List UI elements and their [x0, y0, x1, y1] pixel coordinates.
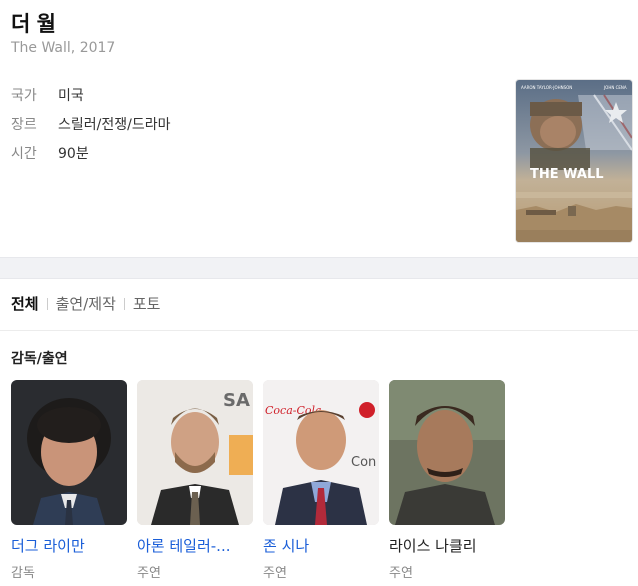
movie-info: 국가 미국 장르 스릴러/전쟁/드라마 시간 90분 — [11, 80, 170, 167]
info-value: 미국 — [58, 87, 84, 104]
info-value: 90분 — [58, 145, 89, 162]
movie-poster[interactable]: AARON TAYLOR-JOHNSON JOHN CENA THE WALL — [515, 79, 633, 243]
tab-bar: 전체 출연/제작 포토 — [11, 293, 160, 314]
backdrop-sign: Con — [351, 455, 376, 470]
person-role: 감독 — [11, 566, 35, 581]
person-name[interactable]: 아론 테일러-... — [137, 535, 254, 556]
tab-all[interactable]: 전체 — [11, 293, 39, 314]
tab-divider — [123, 297, 125, 310]
person-photo[interactable] — [389, 380, 505, 525]
backdrop-sign: SA — [223, 390, 250, 411]
info-row-runtime: 시간 90분 — [11, 138, 170, 167]
director-portrait-image — [11, 380, 127, 525]
cast-section-title: 감독/출연 — [11, 351, 68, 367]
cast-card-lead-3[interactable]: 라이스 나클리 주연 — [389, 380, 506, 581]
info-row-country: 국가 미국 — [11, 80, 170, 109]
actor-portrait-image: SA — [137, 380, 253, 525]
person-name[interactable]: 더그 라이만 — [11, 535, 128, 556]
person-photo[interactable]: Coca-Cola Con — [263, 380, 379, 525]
info-key: 시간 — [11, 145, 37, 162]
person-role: 주연 — [263, 566, 287, 581]
info-value: 스릴러/전쟁/드라마 — [58, 116, 171, 133]
tab-divider — [46, 297, 48, 310]
poster-image: AARON TAYLOR-JOHNSON JOHN CENA THE WALL — [516, 80, 632, 242]
cast-card-lead-1[interactable]: SA 아론 테일러-... 주연 — [137, 380, 254, 581]
person-photo[interactable] — [11, 380, 127, 525]
actor-portrait-image — [389, 380, 505, 525]
person-photo[interactable]: SA — [137, 380, 253, 525]
section-separator — [0, 257, 638, 279]
cast-list: 더그 라이만 감독 SA 아론 테일러-... 주연 Coca-Cola Con… — [11, 380, 515, 581]
person-role: 주연 — [137, 566, 161, 581]
person-name[interactable]: 존 시나 — [263, 535, 380, 556]
cast-card-lead-2[interactable]: Coca-Cola Con 존 시나 주연 — [263, 380, 380, 581]
cast-card-director[interactable]: 더그 라이만 감독 — [11, 380, 128, 581]
info-key: 장르 — [11, 116, 37, 133]
poster-title: THE WALL — [530, 167, 604, 182]
poster-actor-1: AARON TAYLOR-JOHNSON — [521, 85, 572, 90]
person-name: 라이스 나클리 — [389, 537, 477, 555]
info-row-genre: 장르 스릴러/전쟁/드라마 — [11, 109, 170, 138]
tab-photo[interactable]: 포토 — [133, 293, 161, 314]
movie-title: 더 월 — [11, 12, 56, 36]
tab-cast-crew[interactable]: 출연/제작 — [56, 293, 116, 314]
info-key: 국가 — [11, 87, 37, 104]
person-role: 주연 — [389, 566, 413, 581]
movie-subtitle: The Wall, 2017 — [11, 40, 116, 56]
poster-actor-2: JOHN CENA — [603, 85, 627, 90]
actor-portrait-image: Coca-Cola Con — [263, 380, 379, 525]
tab-bottom-divider — [0, 330, 638, 331]
